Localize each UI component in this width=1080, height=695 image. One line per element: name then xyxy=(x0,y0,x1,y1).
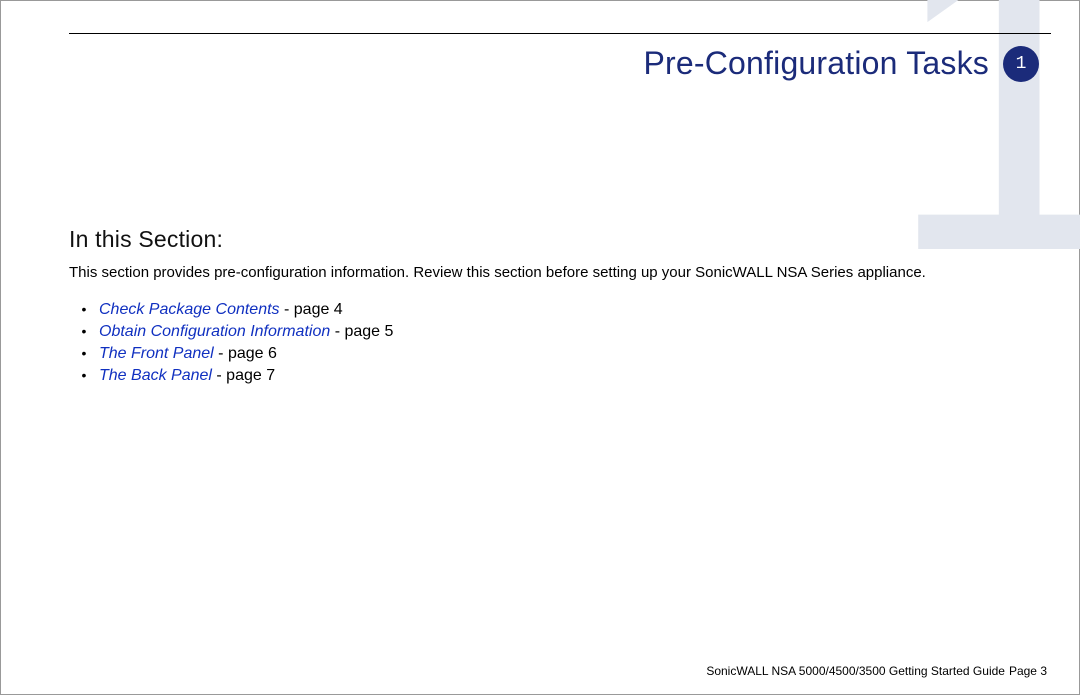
bullet-icon: • xyxy=(69,323,99,339)
toc-link-check-package[interactable]: Check Package Contents xyxy=(99,301,280,319)
bullet-icon: • xyxy=(69,301,99,317)
list-item: • Check Package Contents - page 4 xyxy=(69,301,393,319)
bullet-icon: • xyxy=(69,367,99,383)
toc-link-front-panel[interactable]: The Front Panel xyxy=(99,345,214,363)
footer-guide-title: SonicWALL NSA 5000/4500/3500 Getting Sta… xyxy=(706,664,1005,678)
list-item: • The Front Panel - page 6 xyxy=(69,345,393,363)
toc-page-ref: - page 6 xyxy=(214,345,277,363)
list-item: • Obtain Configuration Information - pag… xyxy=(69,323,393,341)
chapter-number-badge: 1 xyxy=(1003,46,1039,82)
footer-page-number: Page 3 xyxy=(1009,664,1047,678)
toc-page-ref: - page 5 xyxy=(330,323,393,341)
toc-link-back-panel[interactable]: The Back Panel xyxy=(99,367,212,385)
section-heading: In this Section: xyxy=(69,226,223,253)
toc-list: • Check Package Contents - page 4 • Obta… xyxy=(69,297,393,385)
footer: SonicWALL NSA 5000/4500/3500 Getting Sta… xyxy=(706,664,1047,678)
page: 1 Pre-Configuration Tasks 1 In this Sect… xyxy=(0,0,1080,695)
chapter-header: Pre-Configuration Tasks 1 xyxy=(643,45,1039,82)
list-item: • The Back Panel - page 7 xyxy=(69,367,393,385)
toc-page-ref: - page 7 xyxy=(212,367,275,385)
bullet-icon: • xyxy=(69,345,99,361)
toc-page-ref: - page 4 xyxy=(280,301,343,319)
header-rule xyxy=(69,33,1051,34)
section-intro: This section provides pre-configuration … xyxy=(69,264,1049,281)
toc-link-obtain-config[interactable]: Obtain Configuration Information xyxy=(99,323,330,341)
chapter-title: Pre-Configuration Tasks xyxy=(643,45,989,82)
